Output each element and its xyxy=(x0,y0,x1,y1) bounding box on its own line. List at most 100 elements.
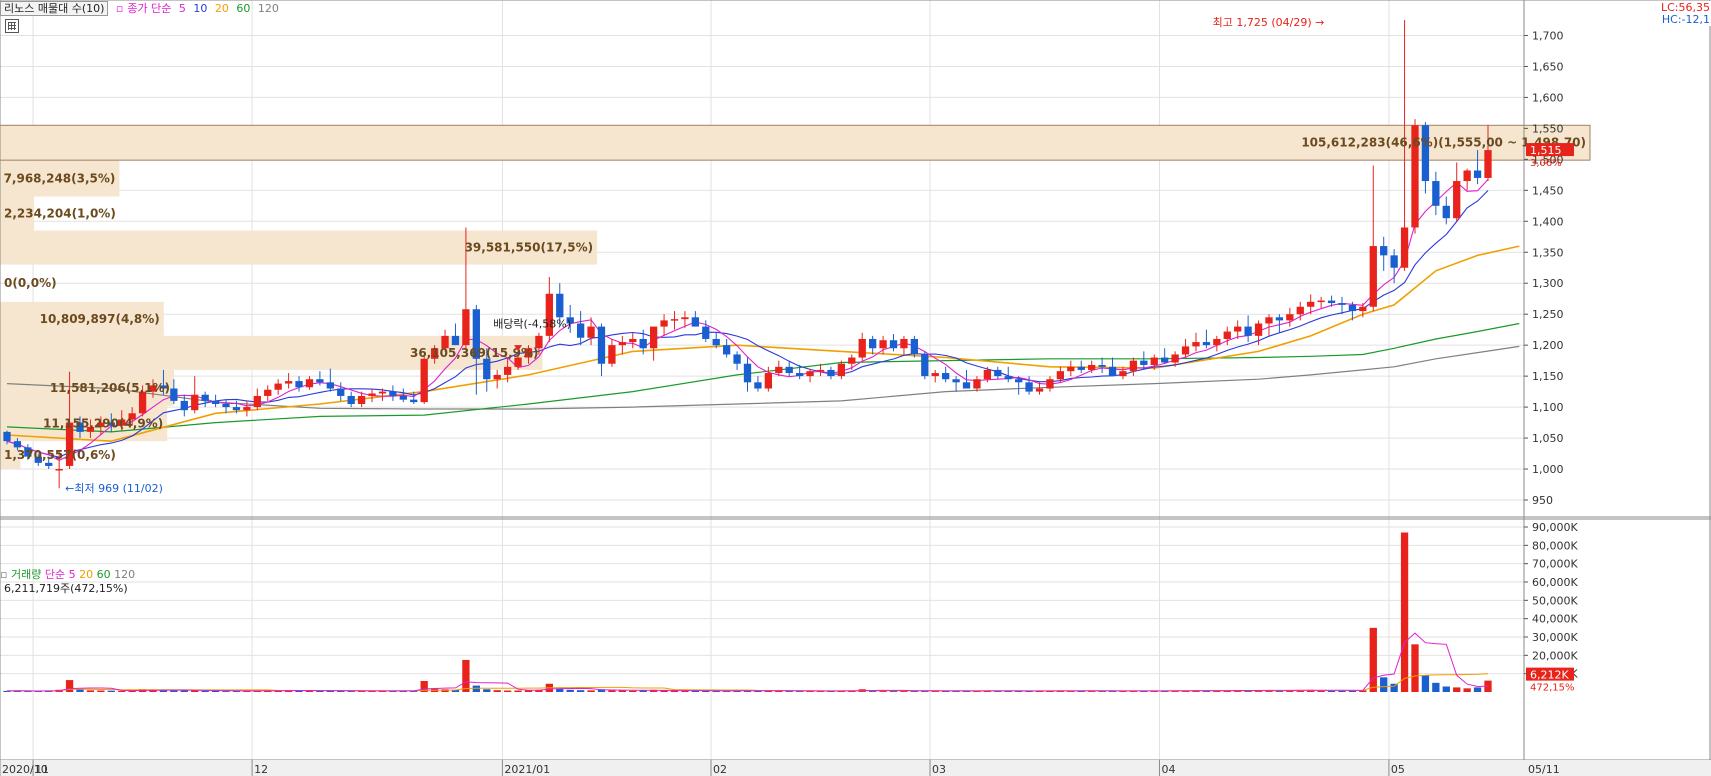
volume-bar xyxy=(493,690,501,692)
toolbox-icon[interactable] xyxy=(5,19,19,33)
volume-bar xyxy=(170,690,178,692)
x-tick-label: 2021/01 xyxy=(504,763,550,776)
volume-bar xyxy=(618,690,626,692)
ma20-label: 20 xyxy=(214,2,229,15)
volume-moving-average-lines xyxy=(6,632,1489,692)
candle-body xyxy=(702,326,710,339)
price-tick-label: 1,300 xyxy=(1532,277,1564,290)
candle-body xyxy=(775,366,783,374)
price-tick-label: 950 xyxy=(1532,494,1553,507)
price-tick-label: 1,200 xyxy=(1532,339,1564,352)
candle-body xyxy=(378,391,387,394)
candle-body xyxy=(1004,376,1012,380)
candle-body xyxy=(274,383,282,390)
candle-body xyxy=(670,319,679,321)
volume-profile-label: 11,581,206(5,1%) xyxy=(50,381,170,395)
volume-bar xyxy=(1400,532,1409,692)
volume-bar xyxy=(222,691,230,692)
axes: 950 1,000 1,050 1,100 1,150 1,200 1,250 1,300 1,… xyxy=(0,0,1711,776)
candle-body xyxy=(879,340,887,349)
ma10-line xyxy=(6,190,1489,458)
candle-body xyxy=(1390,255,1398,268)
candle-body xyxy=(1119,371,1127,377)
volume-profile-label: 11,155,290(4,9%) xyxy=(43,417,163,431)
candle-body xyxy=(326,382,334,389)
volume-bar xyxy=(118,690,126,692)
candle-body xyxy=(1171,354,1179,363)
candle-body xyxy=(1223,331,1231,339)
candle-body xyxy=(1234,326,1242,332)
candle-body xyxy=(264,389,272,396)
volume-tick-label: 80,000K xyxy=(1532,539,1578,552)
candle-body xyxy=(1442,205,1450,219)
candle-body xyxy=(837,363,846,377)
candle-body xyxy=(232,407,241,411)
candle-body xyxy=(806,371,814,377)
candle-body xyxy=(1359,306,1367,312)
candle-body xyxy=(1275,317,1284,321)
x-tick-label: 12 xyxy=(254,763,268,776)
candle-body xyxy=(1150,357,1158,365)
ma60-label: 60 xyxy=(236,2,251,15)
candle-body xyxy=(629,338,637,343)
volume-bar xyxy=(1453,687,1461,692)
volume-bar xyxy=(1380,677,1388,692)
candle-body xyxy=(869,338,877,349)
volume-profile-label: 2,234,204(1,0%) xyxy=(4,207,116,221)
candle-body xyxy=(1129,360,1138,372)
candle-body xyxy=(1317,300,1325,303)
candle-body xyxy=(1484,150,1492,178)
volume-bar xyxy=(1463,688,1471,692)
candle-body xyxy=(1369,246,1377,307)
candle-body xyxy=(493,374,501,380)
candle-body xyxy=(942,373,950,380)
candle-body xyxy=(1286,314,1294,321)
candle-body xyxy=(305,379,314,388)
price-tick-label: 1,450 xyxy=(1532,184,1564,197)
candle-body xyxy=(1327,300,1336,304)
volume-bar xyxy=(86,690,95,692)
last-volume-label: 6,212K xyxy=(1530,669,1569,682)
candle-body xyxy=(357,395,366,404)
candle-body xyxy=(45,462,53,466)
candle-body xyxy=(201,394,209,401)
candle-body xyxy=(973,379,981,389)
volume-bar xyxy=(608,690,616,692)
candle-body xyxy=(639,338,647,349)
volume-tick-label: 70,000K xyxy=(1532,558,1578,571)
candle-body xyxy=(691,317,700,327)
candle-body xyxy=(681,317,689,320)
last-volume-pct-label: 472,15% xyxy=(1530,683,1575,694)
volume-bars xyxy=(3,532,1492,692)
candle-body xyxy=(1307,301,1315,307)
candle-body xyxy=(1473,170,1482,178)
volume-bar xyxy=(566,689,574,692)
candle-body xyxy=(858,338,866,358)
candle-body xyxy=(170,388,178,401)
candle-body xyxy=(1098,364,1106,367)
candle-body xyxy=(764,373,773,389)
volume-bar xyxy=(587,690,595,692)
candle-body xyxy=(1400,227,1409,268)
price-tick-label: 1,400 xyxy=(1532,215,1564,228)
candle-body xyxy=(1077,366,1085,370)
candle-body xyxy=(1161,357,1169,363)
candle-body xyxy=(962,382,971,389)
candle-body xyxy=(754,382,762,389)
candle-body xyxy=(910,338,919,355)
candle-body xyxy=(1244,326,1252,336)
volume-tick-label: 60,000K xyxy=(1532,576,1578,589)
volume-profile-label: 10,809,897(4,8%) xyxy=(40,312,160,326)
candle-body xyxy=(389,391,397,396)
candle-body xyxy=(931,373,939,377)
candle-body xyxy=(952,379,960,383)
volume-bar xyxy=(514,690,522,692)
candle-body xyxy=(827,369,835,377)
ma120-label: 120 xyxy=(257,2,279,15)
candle-body xyxy=(1338,303,1346,305)
volume-bar xyxy=(462,659,470,692)
candle-body xyxy=(295,381,303,388)
candle-body xyxy=(55,469,63,471)
indicator-name[interactable]: 리노스 매물대 수(10) xyxy=(0,1,109,16)
ma-square-icon: ▫ xyxy=(115,2,124,15)
